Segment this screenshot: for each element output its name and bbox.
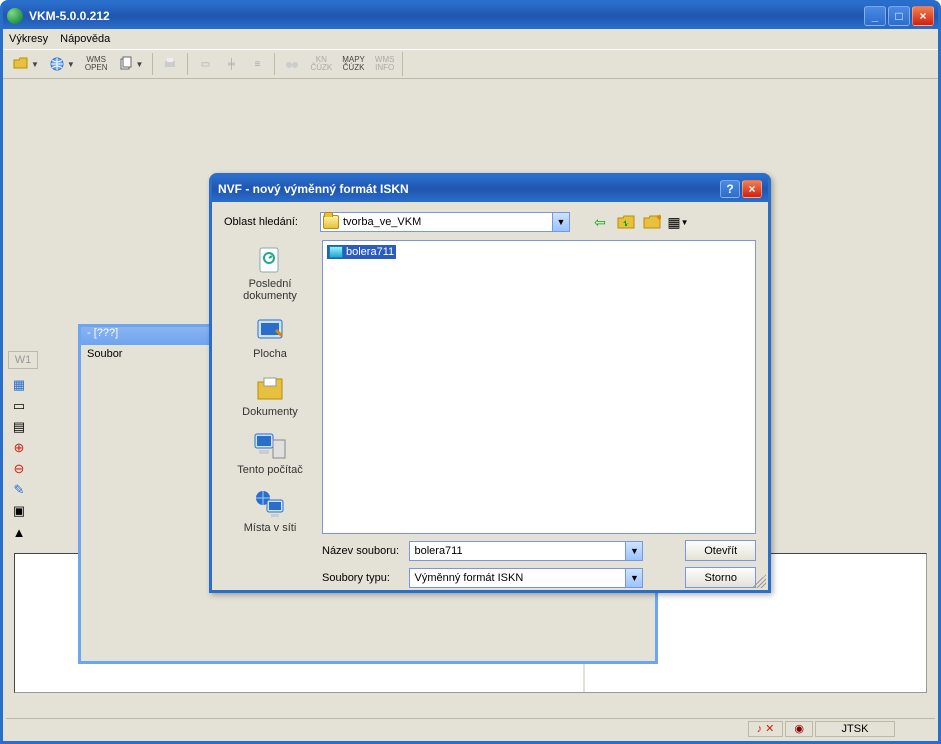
dialog-close-button[interactable]: ×: [742, 180, 762, 198]
file-item-selected[interactable]: bolera711: [327, 245, 396, 259]
image-icon[interactable]: ▦: [8, 375, 30, 395]
chevron-down-icon: ▼: [31, 60, 39, 69]
look-in-value: tvorba_ve_VKM: [343, 216, 421, 228]
tool2-button: ╪: [219, 52, 243, 76]
folder-icon: [323, 215, 339, 229]
sub-menu-soubor[interactable]: Soubor: [87, 348, 122, 360]
zoom-in-icon[interactable]: ⊕: [8, 438, 30, 458]
dialog-titlebar: NVF - nový výměnný formát ISKN ? ×: [212, 176, 768, 202]
binoculars-button: [280, 52, 304, 76]
status-coords: JTSK: [815, 721, 895, 737]
look-in-combo[interactable]: tvorba_ve_VKM ▼: [320, 212, 570, 232]
open-button[interactable]: ▼: [9, 52, 43, 76]
x-icon: ✕: [765, 722, 774, 735]
network-icon: [253, 488, 287, 520]
filename-label: Název souboru:: [322, 545, 403, 557]
menu-napoveda[interactable]: Nápověda: [60, 33, 110, 45]
resize-grip[interactable]: [752, 574, 766, 588]
chevron-down-icon: ▼: [67, 60, 75, 69]
chevron-down-icon[interactable]: ▼: [625, 569, 642, 587]
recent-icon: [253, 244, 287, 276]
cancel-button[interactable]: Storno: [685, 567, 756, 588]
look-in-label: Oblast hledání:: [224, 216, 314, 228]
main-window: VKM-5.0.0.212 _ □ × Výkresy Nápověda ▼ ▼…: [0, 0, 941, 744]
tool3-button: ≡: [245, 52, 269, 76]
place-desktop[interactable]: Plocha: [253, 314, 287, 360]
filetype-combo[interactable]: Výměnný formát ISKN ▼: [409, 568, 643, 588]
up-folder-icon[interactable]: [616, 213, 636, 231]
filename-input[interactable]: bolera711 ▼: [409, 541, 643, 561]
chevron-down-icon: ▼: [136, 60, 144, 69]
brush-icon[interactable]: ▲: [8, 522, 30, 542]
rect-icon[interactable]: ▭: [8, 396, 30, 416]
file-open-dialog: NVF - nový výměnný formát ISKN ? × Oblas…: [209, 173, 771, 593]
filetype-label: Soubory typu:: [322, 572, 403, 584]
computer-icon: [253, 430, 287, 462]
place-network[interactable]: Místa v síti: [244, 488, 297, 534]
file-icon: [329, 246, 343, 258]
workspace-tab[interactable]: W1: [8, 351, 38, 369]
maximize-button[interactable]: □: [888, 6, 910, 26]
phone-off-icon: ♪: [757, 723, 763, 735]
close-button[interactable]: ×: [912, 6, 934, 26]
wms-info-button: WMSINFO: [371, 52, 399, 76]
titlebar: VKM-5.0.0.212 _ □ ×: [3, 3, 938, 29]
dialog-title: NVF - nový výměnný formát ISKN: [218, 182, 718, 196]
list-icon[interactable]: ▤: [8, 417, 30, 437]
chevron-down-icon[interactable]: ▼: [625, 542, 642, 560]
app-icon: [7, 8, 23, 24]
place-computer[interactable]: Tento počítač: [237, 430, 302, 476]
globe-button[interactable]: ▼: [45, 52, 79, 76]
place-documents[interactable]: Dokumenty: [242, 372, 298, 418]
wms-open-button[interactable]: WMSOPEN: [81, 52, 112, 76]
mapy-cuzk-button[interactable]: MAPYČÚZK: [338, 52, 369, 76]
zoom-out-icon[interactable]: ⊖: [8, 459, 30, 479]
left-tool-strip: ▦ ▭ ▤ ⊕ ⊖ ✎ ▣ ▲: [8, 375, 34, 542]
desktop-icon: [253, 314, 287, 346]
place-recent[interactable]: Poslední dokumenty: [243, 244, 297, 302]
back-icon[interactable]: ⇦: [590, 213, 610, 231]
toolbar: ▼ ▼ WMSOPEN ▼ ▭ ╪ ≡ KNČÚZK MAPYČÚZK WMSI…: [3, 49, 938, 79]
views-icon[interactable]: ▦▼: [668, 213, 688, 231]
places-bar: Poslední dokumenty Plocha Dokumenty: [224, 240, 316, 534]
copy-button[interactable]: ▼: [114, 52, 148, 76]
tool1-button: ▭: [193, 52, 217, 76]
print-button: [158, 52, 182, 76]
menu-vykresy[interactable]: Výkresy: [9, 33, 48, 45]
status-record-icon: ◉: [785, 721, 813, 737]
chevron-down-icon[interactable]: ▼: [552, 213, 569, 231]
statusbar: ♪ ✕ ◉ JTSK: [6, 718, 935, 738]
pencil-icon[interactable]: ✎: [8, 480, 30, 500]
menubar: Výkresy Nápověda: [3, 29, 938, 49]
svg-text:✸: ✸: [656, 214, 661, 222]
new-folder-icon[interactable]: ✸: [642, 213, 662, 231]
kn-cuzk-button: KNČÚZK: [306, 52, 336, 76]
marker-icon[interactable]: ▣: [8, 501, 30, 521]
app-title: VKM-5.0.0.212: [29, 9, 864, 23]
documents-icon: [253, 372, 287, 404]
status-icons: ♪ ✕: [748, 721, 784, 737]
minimize-button[interactable]: _: [864, 6, 886, 26]
help-button[interactable]: ?: [720, 180, 740, 198]
file-list[interactable]: bolera711: [322, 240, 756, 534]
open-button[interactable]: Otevřít: [685, 540, 756, 561]
